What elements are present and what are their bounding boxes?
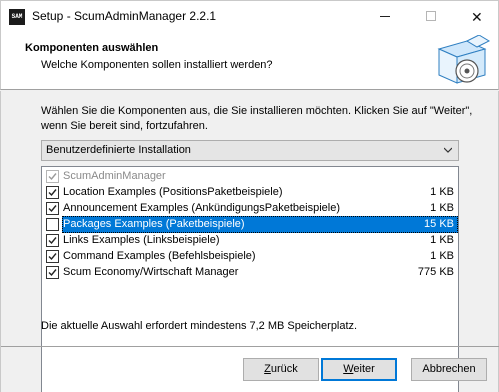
back-button[interactable]: Zurück	[243, 358, 319, 381]
component-label: Announcement Examples (AnkündigungsPaket…	[63, 202, 341, 214]
close-icon: ✕	[471, 9, 483, 25]
space-required-text: Die aktuelle Auswahl erfordert mindesten…	[41, 320, 358, 332]
setup-box-icon	[437, 35, 491, 84]
wizard-header: Komponenten auswählen Welche Komponenten…	[0, 31, 499, 90]
component-row[interactable]: Scum Economy/Wirtschaft Manager 775 KB	[42, 264, 458, 280]
component-checkbox[interactable]	[46, 250, 59, 263]
next-mnemonic: W	[343, 363, 354, 375]
close-button[interactable]: ✕	[454, 1, 499, 32]
intro-text: Wählen Sie die Komponenten aus, die Sie …	[41, 105, 473, 132]
component-row-selected[interactable]: Packages Examples (Paketbeispiele) 15 KB	[42, 216, 458, 233]
component-checkbox[interactable]	[46, 266, 59, 279]
component-row[interactable]: Announcement Examples (AnkündigungsPaket…	[42, 200, 458, 216]
chevron-down-icon	[444, 147, 452, 153]
cancel-button[interactable]: Abbrechen	[411, 358, 487, 381]
wizard-content: Wählen Sie die Komponenten aus, die Sie …	[0, 91, 499, 392]
component-row[interactable]: ScumAdminManager	[42, 168, 458, 184]
next-button[interactable]: Weiter	[321, 358, 397, 381]
component-size: 1 KB	[430, 202, 454, 214]
component-row[interactable]: Links Examples (Linksbeispiele) 1 KB	[42, 232, 458, 248]
minimize-button[interactable]	[362, 1, 408, 32]
install-type-dropdown[interactable]: Benutzerdefinierte Installation	[41, 140, 459, 161]
app-icon: SAM	[9, 9, 25, 25]
component-size: 15 KB	[424, 218, 454, 230]
minimize-icon	[380, 16, 390, 17]
component-label: Packages Examples (Paketbeispiele)	[63, 218, 245, 230]
component-checkbox[interactable]	[46, 202, 59, 215]
component-size: 1 KB	[430, 186, 454, 198]
footer-divider	[1, 346, 499, 347]
maximize-icon	[426, 11, 436, 21]
component-checkbox[interactable]	[46, 218, 59, 231]
component-size: 1 KB	[430, 250, 454, 262]
component-size: 775 KB	[417, 266, 454, 278]
install-type-value: Benutzerdefinierte Installation	[46, 144, 191, 156]
component-label: Scum Economy/Wirtschaft Manager	[63, 266, 239, 278]
title-bar: SAM Setup - ScumAdminManager 2.2.1 ✕	[0, 0, 499, 31]
component-label: Links Examples (Linksbeispiele)	[63, 234, 220, 246]
back-mnemonic: Z	[264, 363, 271, 375]
page-title: Komponenten auswählen	[25, 42, 159, 54]
window-title: Setup - ScumAdminManager 2.2.1	[32, 9, 217, 23]
component-checkbox[interactable]	[46, 186, 59, 199]
component-label: Command Examples (Befehlsbeispiele)	[63, 250, 256, 262]
component-size: 1 KB	[430, 234, 454, 246]
component-row[interactable]: Command Examples (Befehlsbeispiele) 1 KB	[42, 248, 458, 264]
page-subtitle: Welche Komponenten sollen installiert we…	[41, 59, 273, 71]
back-label: urück	[270, 363, 298, 375]
component-label: Location Examples (PositionsPaketbeispie…	[63, 186, 283, 198]
maximize-button	[408, 1, 454, 32]
next-label: eiter	[353, 363, 375, 375]
component-row[interactable]: Location Examples (PositionsPaketbeispie…	[42, 184, 458, 200]
component-label: ScumAdminManager	[63, 170, 166, 182]
component-checkbox	[46, 170, 59, 183]
component-checkbox[interactable]	[46, 234, 59, 247]
